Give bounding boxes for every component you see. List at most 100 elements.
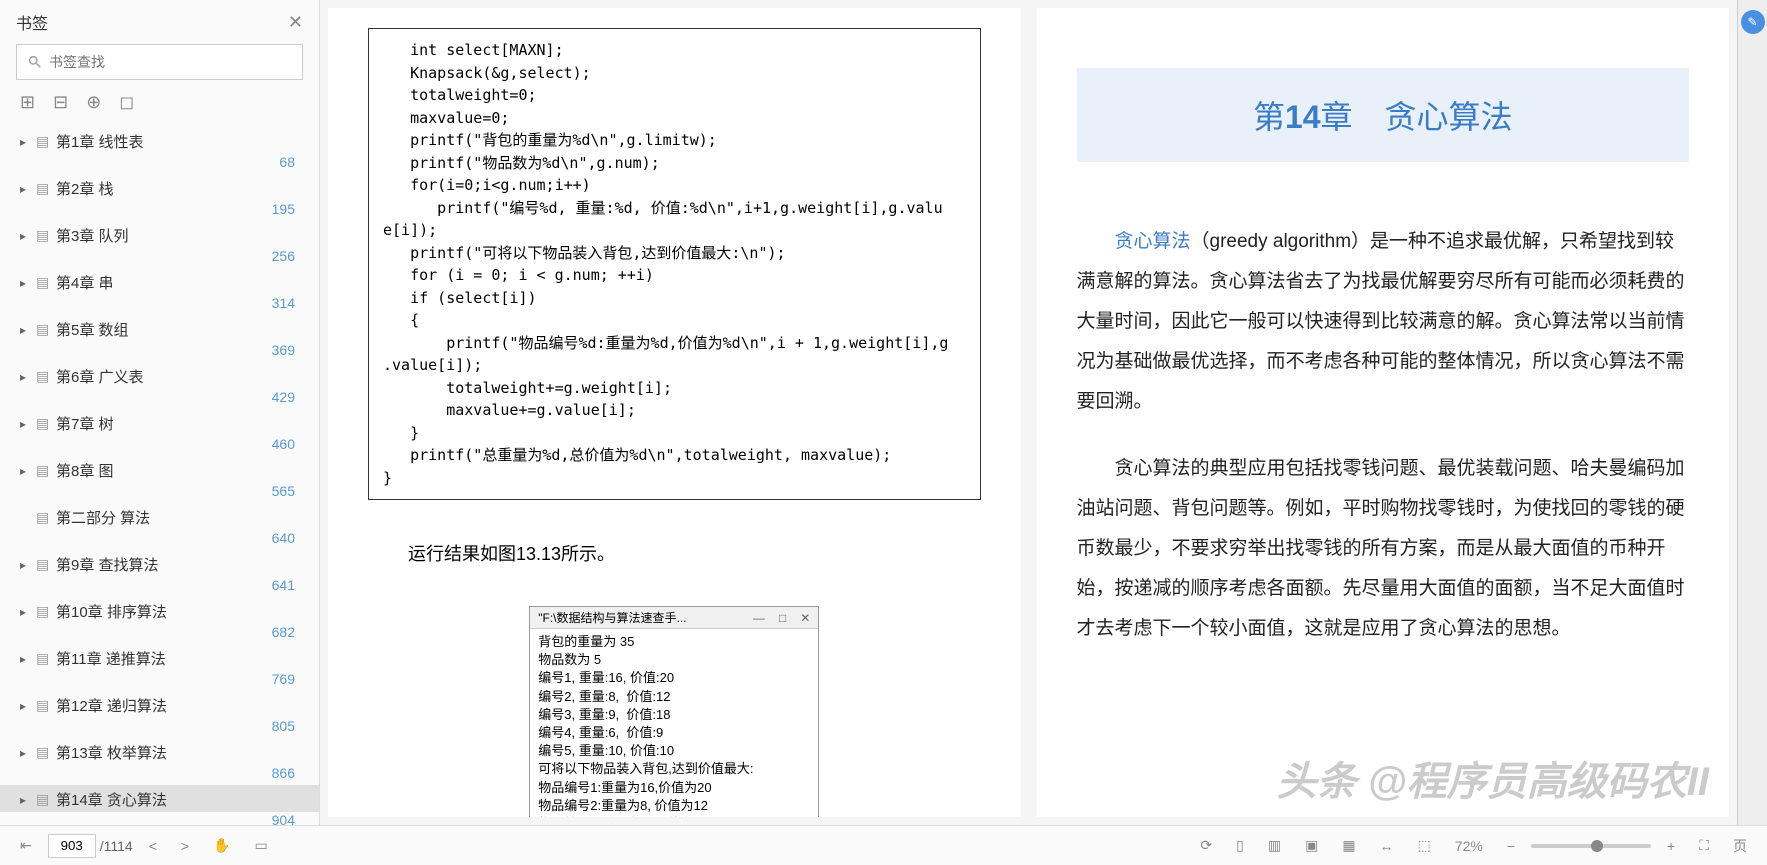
bookmark-label: 第二部分 算法 bbox=[56, 507, 303, 528]
bookmark-page: 68 bbox=[0, 154, 319, 174]
bookmark-icon: ▤ bbox=[36, 274, 50, 291]
bookmark-page: 640 bbox=[0, 530, 319, 550]
bookmark-icon: ▤ bbox=[36, 744, 50, 761]
bookmark-page: 314 bbox=[0, 295, 319, 315]
fullscreen-icon[interactable]: ⛶ bbox=[1691, 833, 1717, 858]
bookmark-label: 第5章 数组 bbox=[56, 319, 303, 340]
bookmark-icon: ▤ bbox=[36, 603, 50, 620]
bookmark-icon: ▤ bbox=[36, 791, 50, 808]
bookmark-icon: ▤ bbox=[36, 180, 50, 197]
expand-arrow-icon[interactable]: ▸ bbox=[20, 558, 32, 572]
bookmark-item[interactable]: ▤ 第二部分 算法 bbox=[0, 503, 319, 530]
console-output: 背包的重量为 35 物品数为 5 编号1, 重量:16, 价值:20 编号2, … bbox=[530, 629, 818, 817]
add-bookmark-icon[interactable]: ⊕ bbox=[86, 92, 101, 113]
bookmark-item[interactable]: ▸▤第11章 递推算法 bbox=[0, 644, 319, 671]
rotate-icon[interactable]: ⟳ bbox=[1192, 833, 1220, 858]
bookmark-item[interactable]: ▸ ▤ 第14章 贪心算法 bbox=[0, 785, 319, 812]
expand-arrow-icon[interactable]: ▸ bbox=[20, 605, 32, 619]
bookmark-label: 第3章 队列 bbox=[56, 225, 303, 246]
bookmark-page: 805 bbox=[0, 718, 319, 738]
watermark: 头条 @程序员高级码农II bbox=[1277, 749, 1709, 807]
bookmark-icon: ▤ bbox=[36, 509, 50, 526]
bookmark-item[interactable]: ▸ ▤ 第3章 队列 bbox=[0, 221, 319, 248]
bookmark-item[interactable]: ▸▤第12章 递归算法 bbox=[0, 691, 319, 718]
bookmark-item[interactable]: ▸▤第13章 枚举算法 bbox=[0, 738, 319, 765]
page-total: /1114 bbox=[100, 838, 133, 854]
bookmark-item[interactable]: ▸▤第5章 数组 bbox=[0, 315, 319, 342]
minimize-icon: — bbox=[753, 611, 765, 625]
chapter-title: 第14章 贪心算法 bbox=[1077, 68, 1690, 162]
bookmark-item[interactable]: ▸ ▤ 第9章 查找算法 bbox=[0, 550, 319, 577]
bookmark-page: 904 bbox=[0, 812, 319, 825]
expand-arrow-icon[interactable]: ▸ bbox=[20, 746, 32, 760]
bookmark-label: 第10章 排序算法 bbox=[56, 601, 303, 622]
close-sidebar-icon[interactable]: ✕ bbox=[288, 12, 303, 33]
expand-arrow-icon[interactable]: ▸ bbox=[20, 699, 32, 713]
console-title: "F:\数据结构与算法速查手... bbox=[538, 609, 686, 626]
bookmark-page: 682 bbox=[0, 624, 319, 644]
view-single-icon[interactable]: ▯ bbox=[1228, 833, 1252, 858]
collapse-all-icon[interactable]: ⊟ bbox=[53, 92, 68, 113]
first-page-button[interactable]: ⇤ bbox=[12, 833, 40, 858]
view-facing-icon[interactable]: ▣ bbox=[1297, 833, 1326, 858]
select-tool-icon[interactable]: ▭ bbox=[247, 833, 276, 858]
bookmark-page: 866 bbox=[0, 765, 319, 785]
bookmark-item[interactable]: ▸ ▤ 第10章 排序算法 bbox=[0, 597, 319, 624]
bookmark-ribbon-icon[interactable]: ◻ bbox=[119, 92, 134, 113]
expand-arrow-icon[interactable]: ▸ bbox=[20, 417, 32, 431]
expand-all-icon[interactable]: ⊞ bbox=[20, 92, 35, 113]
page-indicator: /1114 bbox=[48, 834, 133, 858]
maximize-icon: □ bbox=[779, 611, 786, 625]
bookmark-label: 第12章 递归算法 bbox=[56, 695, 303, 716]
bookmark-icon: ▤ bbox=[36, 133, 50, 150]
bookmark-icon: ▤ bbox=[36, 227, 50, 244]
expand-arrow-icon[interactable]: ▸ bbox=[20, 323, 32, 337]
bookmark-icon: ▤ bbox=[36, 556, 50, 573]
search-icon bbox=[27, 54, 43, 70]
fit-width-icon[interactable]: ↔ bbox=[1372, 834, 1402, 858]
right-rail: ✎ bbox=[1737, 0, 1767, 825]
expand-arrow-icon[interactable]: ▸ bbox=[20, 276, 32, 290]
expand-arrow-icon[interactable]: ▸ bbox=[20, 652, 32, 666]
expand-arrow-icon[interactable]: ▸ bbox=[20, 793, 32, 807]
bookmark-item[interactable]: ▸▤第6章 广义表 bbox=[0, 362, 319, 389]
bookmark-page: 769 bbox=[0, 671, 319, 691]
sidebar-toolbar: ⊞ ⊟ ⊕ ◻ bbox=[0, 92, 319, 123]
bookmarks-sidebar: 书签 ✕ ⊞ ⊟ ⊕ ◻ ▸▤第1章 线性表68▸▤第2章 栈195▸▤第3章 … bbox=[0, 0, 320, 825]
zoom-value[interactable]: 72% bbox=[1447, 834, 1491, 858]
page-left: int select[MAXN]; Knapsack(&g,select); t… bbox=[328, 8, 1021, 817]
bookmark-search[interactable] bbox=[16, 44, 303, 80]
bookmark-label: 第4章 串 bbox=[56, 272, 303, 293]
run-result-text: 运行结果如图13.13所示。 bbox=[368, 520, 981, 586]
zoom-slider[interactable] bbox=[1531, 844, 1651, 848]
prev-page-button[interactable]: < bbox=[141, 834, 165, 858]
console-window: "F:\数据结构与算法速查手... — □ ✕ 背包的重量为 35 物品数为 5… bbox=[529, 606, 819, 817]
view-continuous-icon[interactable]: ▥ bbox=[1260, 833, 1289, 858]
page-input[interactable] bbox=[48, 834, 96, 858]
bookmark-item[interactable]: ▸▤第8章 图 bbox=[0, 456, 319, 483]
page-right: 第14章 贪心算法 贪心算法（greedy algorithm）是一种不追求最优… bbox=[1037, 8, 1730, 817]
assist-badge-icon[interactable]: ✎ bbox=[1741, 10, 1765, 34]
expand-arrow-icon[interactable]: ▸ bbox=[20, 370, 32, 384]
code-block: int select[MAXN]; Knapsack(&g,select); t… bbox=[368, 28, 981, 500]
expand-arrow-icon[interactable]: ▸ bbox=[20, 464, 32, 478]
hand-tool-icon[interactable]: ✋ bbox=[205, 833, 238, 858]
bookmark-label: 第14章 贪心算法 bbox=[56, 789, 303, 810]
bookmark-item[interactable]: ▸▤第1章 线性表 bbox=[0, 127, 319, 154]
close-icon: ✕ bbox=[800, 611, 810, 625]
bookmark-label: 第2章 栈 bbox=[56, 178, 303, 199]
expand-arrow-icon[interactable]: ▸ bbox=[20, 182, 32, 196]
view-cover-icon[interactable]: ▦ bbox=[1334, 833, 1363, 858]
bookmark-label: 第9章 查找算法 bbox=[56, 554, 303, 575]
bookmark-item[interactable]: ▸ ▤ 第2章 栈 bbox=[0, 174, 319, 201]
zoom-out-button[interactable]: − bbox=[1499, 834, 1523, 858]
bookmark-icon: ▤ bbox=[36, 415, 50, 432]
bookmark-item[interactable]: ▸▤第7章 树 bbox=[0, 409, 319, 436]
zoom-in-button[interactable]: + bbox=[1659, 834, 1683, 858]
fit-page-icon[interactable]: ⬚ bbox=[1410, 833, 1439, 858]
next-page-button[interactable]: > bbox=[173, 834, 197, 858]
search-input[interactable] bbox=[49, 54, 292, 70]
expand-arrow-icon[interactable]: ▸ bbox=[20, 229, 32, 243]
bookmark-item[interactable]: ▸ ▤ 第4章 串 bbox=[0, 268, 319, 295]
expand-arrow-icon[interactable]: ▸ bbox=[20, 135, 32, 149]
